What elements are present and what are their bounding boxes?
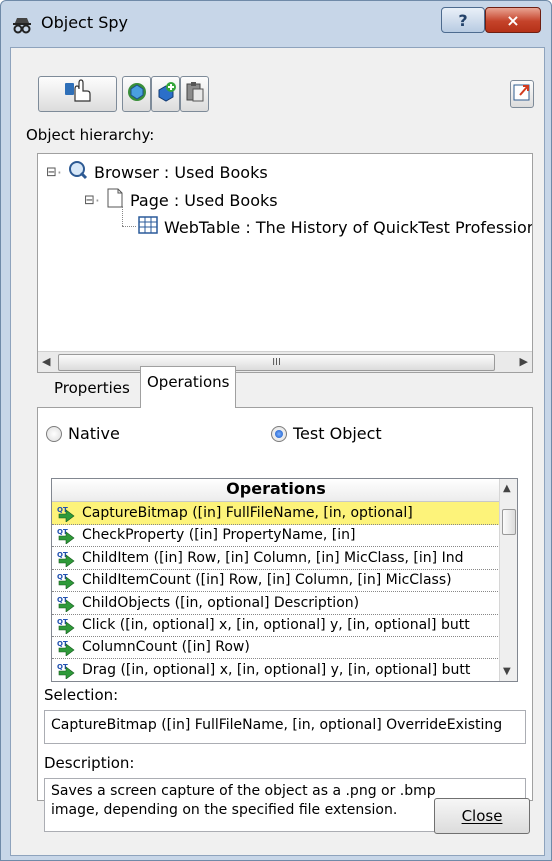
radio-native-label: Native	[68, 424, 120, 443]
operation-icon: QT	[56, 638, 76, 657]
operation-icon: QT	[56, 549, 76, 568]
operations-list[interactable]: Operations QT CaptureBitmap ([in] FullFil…	[51, 478, 518, 682]
scroll-up-icon[interactable]: ▲	[503, 483, 511, 494]
selection-label: Selection:	[44, 686, 119, 704]
scroll-left-icon[interactable]: ◀	[42, 355, 50, 368]
operation-icon: QT	[56, 594, 76, 613]
collapse-icon[interactable]: ⊟	[84, 193, 95, 208]
radio-native[interactable]: Native	[46, 424, 120, 443]
operation-label: ChildObjects ([in, optional] Description…	[82, 594, 360, 611]
close-button-label: Close	[461, 807, 503, 825]
operation-label: Click ([in, optional] x, [in, optional] …	[82, 617, 470, 633]
pointing-hand-icon	[63, 79, 93, 109]
operation-row[interactable]: QT ChildItem ([in] Row, [in] Column, [in]…	[52, 547, 500, 570]
tree-node-label: Page : Used Books	[130, 190, 278, 210]
tree-node-label: Browser : Used Books	[94, 162, 268, 182]
operation-row[interactable]: QT ColumnCount ([in] Row)	[52, 636, 500, 660]
add-object-icon	[155, 81, 177, 107]
horizontal-scrollbar[interactable]: ◀ III ▶	[38, 351, 532, 372]
browser-icon	[68, 160, 88, 184]
tree-node-label: WebTable : The History of QuickTest Prof…	[164, 217, 533, 237]
operation-label: ChildItemCount ([in] Row, [in] Column, […	[82, 572, 452, 589]
keep-on-top-button[interactable]	[510, 80, 534, 108]
operation-icon: QT	[56, 526, 76, 545]
operation-icon: QT	[56, 616, 76, 635]
highlight-object-icon	[126, 81, 148, 107]
tab-properties[interactable]: Properties	[48, 373, 136, 407]
keep-on-top-icon	[512, 82, 532, 106]
operation-icon: QT	[56, 571, 76, 590]
tree-node-browser[interactable]: ⊟ · Browser : Used Books	[46, 160, 268, 184]
collapse-icon[interactable]: ⊟	[46, 165, 57, 180]
scroll-right-icon[interactable]: ▶	[520, 355, 528, 368]
operation-row[interactable]: QT ChildItemCount ([in] Row, [in] Column,…	[52, 569, 500, 593]
client-area: Object hierarchy: ⊟ · Browser : Used Boo…	[10, 47, 545, 856]
pointing-hand-button[interactable]	[38, 76, 117, 112]
operations-panel: Native Test Object Operations QT CaptureB…	[37, 407, 533, 832]
object-spy-window: Object Spy ? × Object hierarchy: ⊟ · Bro…	[0, 0, 552, 861]
highlight-object-button[interactable]	[122, 76, 151, 112]
operation-row[interactable]: QT Click ([in, optional] x, [in, optional…	[52, 614, 500, 637]
tree-node-page[interactable]: ⊟ · Page : Used Books	[84, 188, 278, 212]
vertical-scrollbar[interactable]: ▲ ▼	[499, 479, 517, 681]
operation-row[interactable]: QT CaptureBitmap ([in] FullFileName, [in,…	[52, 502, 500, 525]
scroll-thumb[interactable]	[502, 509, 516, 535]
radio-test-object[interactable]: Test Object	[271, 424, 382, 443]
selection-field[interactable]: CaptureBitmap ([in] FullFileName, [in, o…	[44, 710, 526, 744]
copy-clipboard-button[interactable]	[180, 76, 209, 112]
close-button[interactable]: Close	[434, 798, 530, 834]
operation-label: Drag ([in, optional] x, [in, optional] y…	[82, 661, 471, 678]
operation-icon: QT	[56, 504, 76, 523]
tree-connector	[122, 226, 136, 228]
operation-icon: QT	[56, 661, 76, 680]
scroll-grip: III	[272, 357, 281, 368]
tree-node-webtable[interactable]: WebTable : The History of QuickTest Prof…	[138, 216, 533, 238]
scroll-thumb[interactable]: III	[58, 354, 495, 371]
object-hierarchy-tree[interactable]: ⊟ · Browser : Used Books ⊟ · Page: Used…	[37, 153, 533, 373]
operation-row[interactable]: QT ChildObjects ([in, optional] Descripti…	[52, 592, 500, 615]
description-label: Description:	[44, 754, 135, 772]
copy-clipboard-icon	[184, 81, 206, 107]
table-icon	[138, 216, 158, 238]
operation-label: CheckProperty ([in] PropertyName, [in]	[82, 527, 356, 544]
add-object-button[interactable]	[151, 76, 180, 112]
help-button[interactable]: ?	[441, 7, 485, 33]
operation-row[interactable]: QT CheckProperty ([in] PropertyName, [in]	[52, 524, 500, 548]
tree-connector	[122, 206, 124, 226]
operation-label: CaptureBitmap ([in] FullFileName, [in, o…	[82, 505, 413, 521]
hierarchy-label: Object hierarchy:	[26, 126, 155, 144]
window-title: Object Spy	[41, 13, 128, 32]
object-spy-icon	[11, 14, 33, 36]
title-bar[interactable]: Object Spy ? ×	[1, 1, 551, 47]
operation-row[interactable]: QT Drag ([in, optional] x, [in, optional]…	[52, 659, 500, 681]
close-window-button[interactable]: ×	[485, 7, 541, 33]
scroll-down-icon[interactable]: ▼	[503, 666, 511, 677]
operation-label: ColumnCount ([in] Row)	[82, 639, 250, 656]
radio-test-object-label: Test Object	[293, 424, 382, 443]
tab-operations[interactable]: Operations	[140, 366, 237, 408]
radio-test-object-dot	[271, 425, 287, 442]
operation-label: ChildItem ([in] Row, [in] Column, [in] M…	[82, 549, 464, 566]
radio-native-dot	[46, 425, 62, 442]
operations-header: Operations	[52, 479, 500, 502]
